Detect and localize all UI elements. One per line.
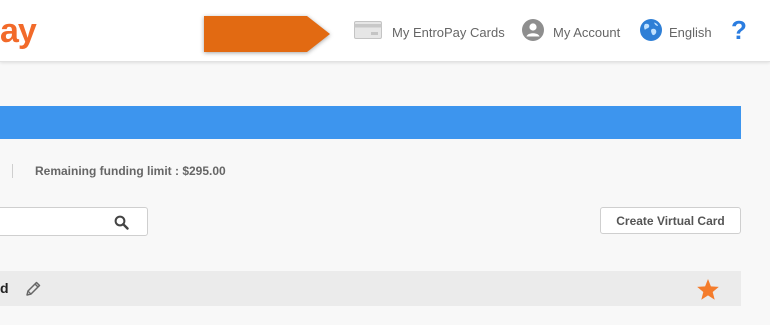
search-icon[interactable]: [111, 213, 131, 231]
nav-my-account-label: My Account: [553, 24, 621, 40]
card-search-box: [0, 207, 148, 236]
card-name-label: d: [0, 280, 9, 296]
arrow-callout-shape: [204, 16, 330, 52]
nav-language-selector[interactable]: English: [640, 18, 712, 46]
globe-icon: [640, 18, 662, 46]
credit-card-icon: [354, 20, 382, 44]
help-question-icon: ?: [731, 15, 747, 45]
funding-divider: [12, 164, 13, 178]
nav-my-entropay-cards-label: My EntroPay Cards: [392, 24, 505, 40]
help-button[interactable]: ?: [731, 15, 747, 45]
orange-arrow-callout: [200, 12, 337, 56]
search-input[interactable]: [5, 213, 105, 231]
top-navigation-bar: ay My EntroPay Cards My Account English …: [0, 0, 770, 62]
nav-my-entropay-cards[interactable]: My EntroPay Cards: [354, 18, 505, 46]
entropay-logo[interactable]: ay: [0, 12, 37, 50]
section-header-bar: [0, 106, 741, 139]
pencil-icon[interactable]: [23, 279, 43, 299]
user-circle-icon: [522, 18, 544, 46]
card-list-row: d: [0, 271, 741, 306]
remaining-funding-limit: Remaining funding limit : $295.00: [35, 164, 226, 178]
nav-my-account[interactable]: My Account: [522, 18, 620, 46]
star-icon[interactable]: [695, 276, 721, 302]
create-virtual-card-button[interactable]: Create Virtual Card: [600, 207, 741, 234]
nav-language-label: English: [669, 24, 712, 40]
